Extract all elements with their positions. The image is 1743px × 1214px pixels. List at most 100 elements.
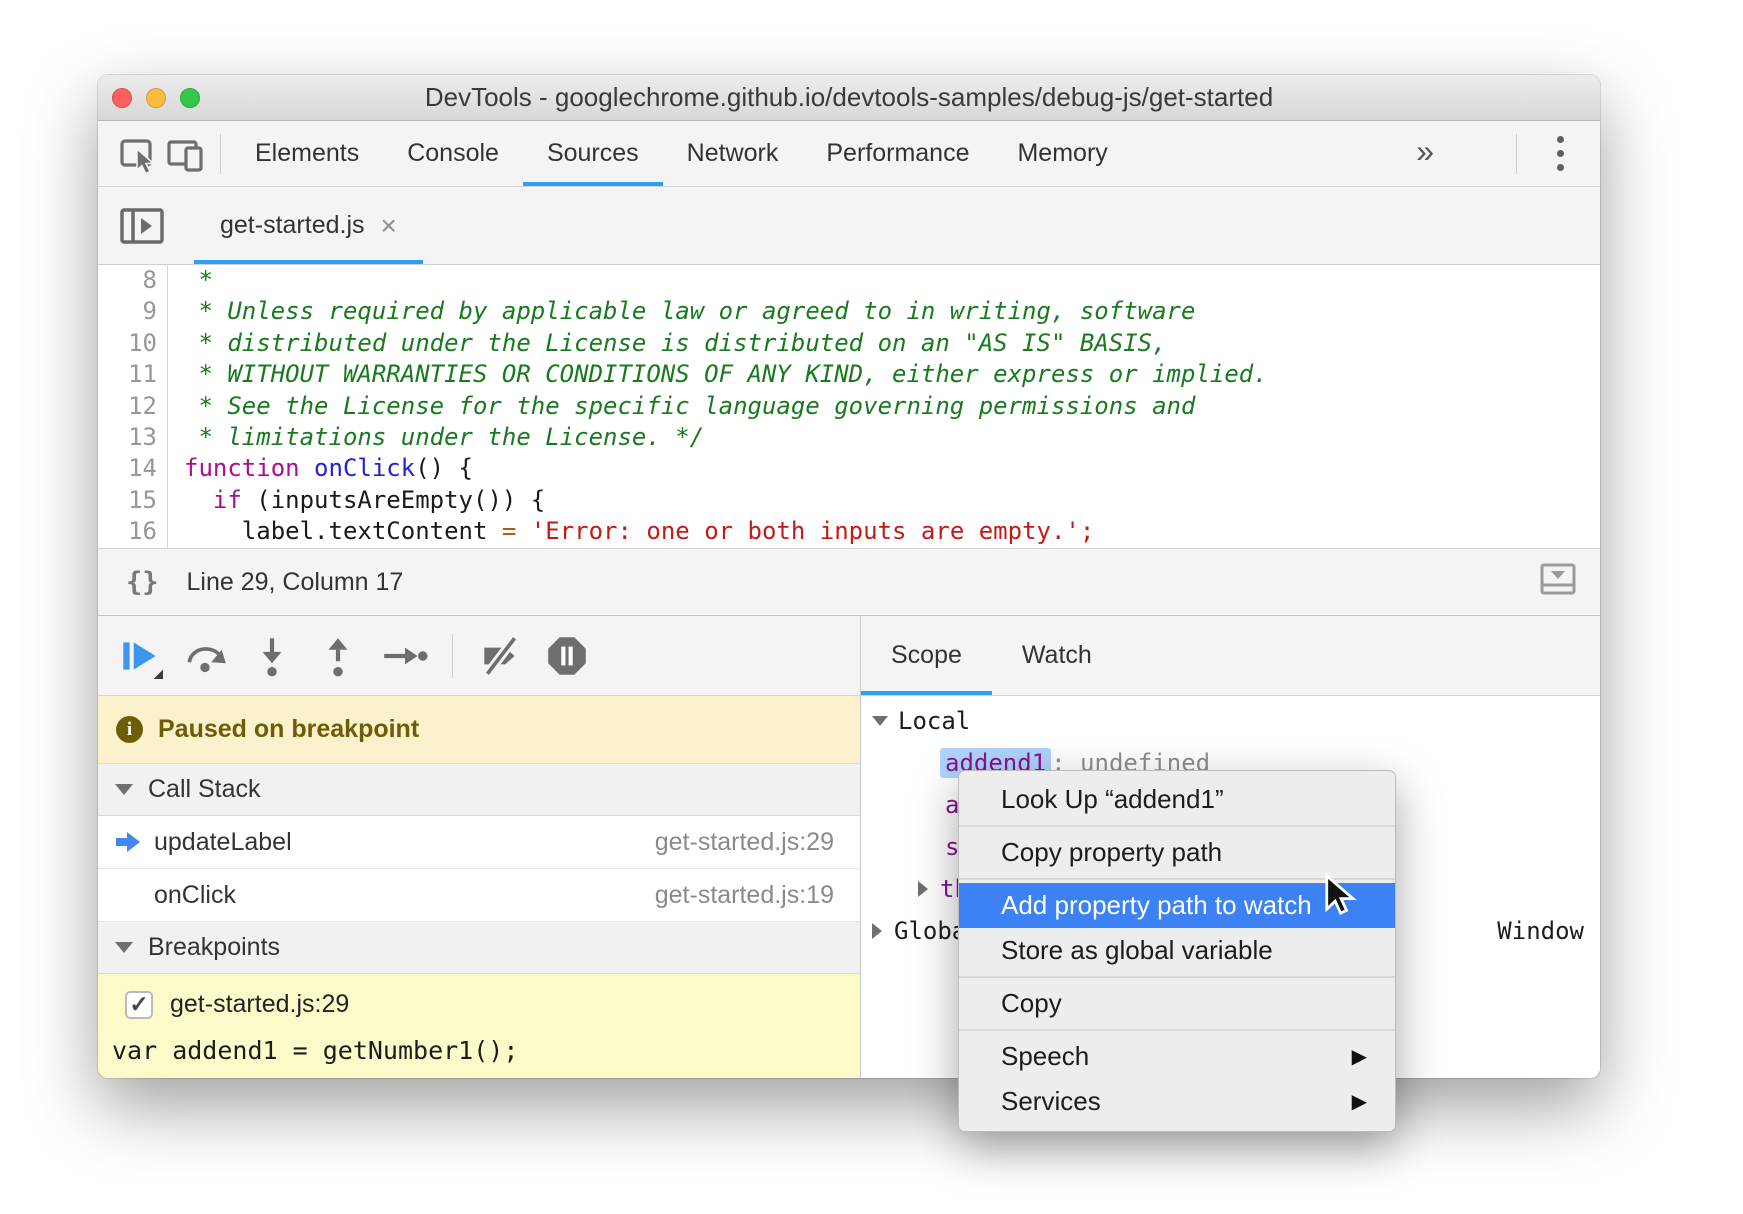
minimize-window-button[interactable] — [146, 88, 166, 108]
menu-item-look-up-addend1[interactable]: Look Up “addend1” — [959, 777, 1395, 822]
line-number[interactable]: 12 — [98, 391, 157, 422]
file-tab-strip: get-started.js × — [98, 187, 1600, 265]
breakpoint-code: var addend1 = getNumber1(); — [112, 1036, 860, 1065]
frame-name: onClick — [154, 881, 236, 910]
close-window-button[interactable] — [112, 88, 132, 108]
menu-item-copy[interactable]: Copy — [959, 981, 1395, 1026]
line-number[interactable]: 15 — [98, 485, 157, 516]
call-stack-title: Call Stack — [148, 775, 261, 804]
line-number[interactable]: 13 — [98, 422, 157, 453]
menu-item-label: Speech — [1001, 1041, 1089, 1072]
scope-tab-bar: Scope Watch — [861, 616, 1600, 696]
deactivate-breakpoints-icon[interactable] — [477, 632, 525, 680]
close-file-tab-icon[interactable]: × — [381, 212, 397, 240]
mouse-cursor — [1318, 872, 1360, 920]
scope-row-local[interactable]: Local — [861, 700, 1600, 742]
tab-sources[interactable]: Sources — [523, 121, 663, 186]
call-stack-frame-onclick[interactable]: onClick get-started.js:19 — [98, 869, 860, 922]
menu-item-label: Services — [1001, 1086, 1101, 1117]
more-tabs-icon[interactable]: » — [1416, 135, 1434, 173]
format-code-icon[interactable]: {} — [126, 567, 159, 598]
menu-separator — [959, 825, 1395, 827]
breakpoint-entry[interactable]: ✓ get-started.js:29 var addend1 = getNum… — [98, 974, 860, 1078]
step-over-icon[interactable] — [182, 632, 230, 680]
cursor-position: Line 29, Column 17 — [187, 568, 404, 597]
menu-item-label: Add property path to watch — [1001, 890, 1312, 921]
code-line: * limitations under the License. */ — [184, 422, 1600, 453]
code-line: * Unless required by applicable law or a… — [184, 296, 1600, 327]
line-number[interactable]: 14 — [98, 453, 157, 484]
breakpoint-location: get-started.js:29 — [170, 990, 349, 1019]
navigator-toggle-icon[interactable] — [112, 187, 172, 264]
main-tabs: ElementsConsoleSourcesNetworkPerformance… — [231, 121, 1132, 186]
editor-gutter: 8910111213141516 — [98, 265, 168, 548]
line-number[interactable]: 8 — [98, 265, 157, 296]
code-line: * See the License for the specific langu… — [184, 391, 1600, 422]
step-icon[interactable] — [380, 632, 428, 680]
step-into-icon[interactable] — [248, 632, 296, 680]
device-toolbar-icon[interactable] — [162, 130, 210, 178]
call-stack-frame-updatelabel[interactable]: updateLabelget-started.js:29 — [98, 816, 860, 869]
code-editor[interactable]: 8910111213141516 * * Unless required by … — [98, 265, 1600, 548]
menu-item-copy-property-path[interactable]: Copy property path — [959, 830, 1395, 875]
current-frame-icon — [114, 830, 154, 854]
menu-separator — [959, 1029, 1395, 1031]
file-tab-get-started[interactable]: get-started.js × — [194, 187, 423, 264]
menu-item-store-as-global-variable[interactable]: Store as global variable — [959, 928, 1395, 973]
menu-item-label: Look Up “addend1” — [1001, 784, 1224, 815]
menu-item-services[interactable]: Services▶ — [959, 1079, 1395, 1124]
traffic-lights — [112, 75, 200, 120]
menu-item-label: Store as global variable — [1001, 935, 1273, 966]
call-stack-header[interactable]: Call Stack — [98, 764, 860, 816]
tab-scope[interactable]: Scope — [861, 616, 992, 695]
context-menu: Look Up “addend1” Copy property path Add p… — [958, 770, 1396, 1132]
debugger-left-pane: i Paused on breakpoint Call Stack update… — [98, 616, 860, 1078]
titlebar[interactable]: DevTools - googlechrome.github.io/devtoo… — [98, 75, 1600, 121]
zoom-window-button[interactable] — [180, 88, 200, 108]
frame-location: get-started.js:19 — [655, 881, 834, 910]
pause-on-exceptions-icon[interactable] — [543, 632, 591, 680]
tab-elements[interactable]: Elements — [231, 121, 383, 186]
tab-network[interactable]: Network — [663, 121, 803, 186]
tab-watch[interactable]: Watch — [992, 616, 1122, 695]
menu-separator — [959, 976, 1395, 978]
tab-memory[interactable]: Memory — [993, 121, 1131, 186]
toolbar-divider — [220, 134, 221, 174]
editor-code: * * Unless required by applicable law or… — [168, 265, 1600, 548]
tab-performance[interactable]: Performance — [802, 121, 993, 186]
drawer-toggle-icon[interactable] — [1538, 559, 1578, 606]
menu-item-label: Copy — [1001, 988, 1062, 1019]
window-title: DevTools - googlechrome.github.io/devtoo… — [98, 82, 1600, 113]
chevron-down-icon[interactable] — [872, 716, 888, 726]
line-number[interactable]: 10 — [98, 328, 157, 359]
line-number[interactable]: 16 — [98, 516, 157, 547]
inspect-icon[interactable] — [114, 130, 162, 178]
chevron-right-icon[interactable] — [918, 881, 928, 897]
line-number[interactable]: 11 — [98, 359, 157, 390]
step-out-icon[interactable] — [314, 632, 362, 680]
code-line: function onClick() { — [184, 453, 1600, 484]
kebab-menu-icon[interactable] — [1553, 132, 1568, 175]
breakpoints-header[interactable]: Breakpoints — [98, 922, 860, 974]
resume-icon[interactable] — [116, 632, 164, 680]
breakpoint-checkbox[interactable]: ✓ — [125, 991, 153, 1019]
debugger-toolbar-divider — [452, 634, 453, 678]
code-line: * — [184, 265, 1600, 296]
paused-banner: i Paused on breakpoint — [98, 696, 860, 764]
frame-location: get-started.js:29 — [655, 828, 834, 857]
paused-message: Paused on breakpoint — [158, 715, 419, 744]
editor-statusbar: {} Line 29, Column 17 — [98, 548, 1600, 616]
call-stack-list: updateLabelget-started.js:29 onClick get-s… — [98, 816, 860, 922]
breakpoints-title: Breakpoints — [148, 933, 280, 962]
desktop-background: DevTools - googlechrome.github.io/devtoo… — [0, 0, 1743, 1214]
submenu-arrow-icon: ▶ — [1352, 1044, 1367, 1069]
chevron-down-icon — [115, 784, 133, 795]
scope-section-label: Local — [898, 707, 970, 735]
code-line: label.textContent = 'Error: one or both … — [184, 516, 1600, 547]
code-line: * distributed under the License is distr… — [184, 328, 1600, 359]
code-line: * WITHOUT WARRANTIES OR CONDITIONS OF AN… — [184, 359, 1600, 390]
line-number[interactable]: 9 — [98, 296, 157, 327]
tab-console[interactable]: Console — [383, 121, 523, 186]
chevron-right-icon[interactable] — [872, 923, 882, 939]
menu-item-speech[interactable]: Speech ▶ — [959, 1034, 1395, 1079]
